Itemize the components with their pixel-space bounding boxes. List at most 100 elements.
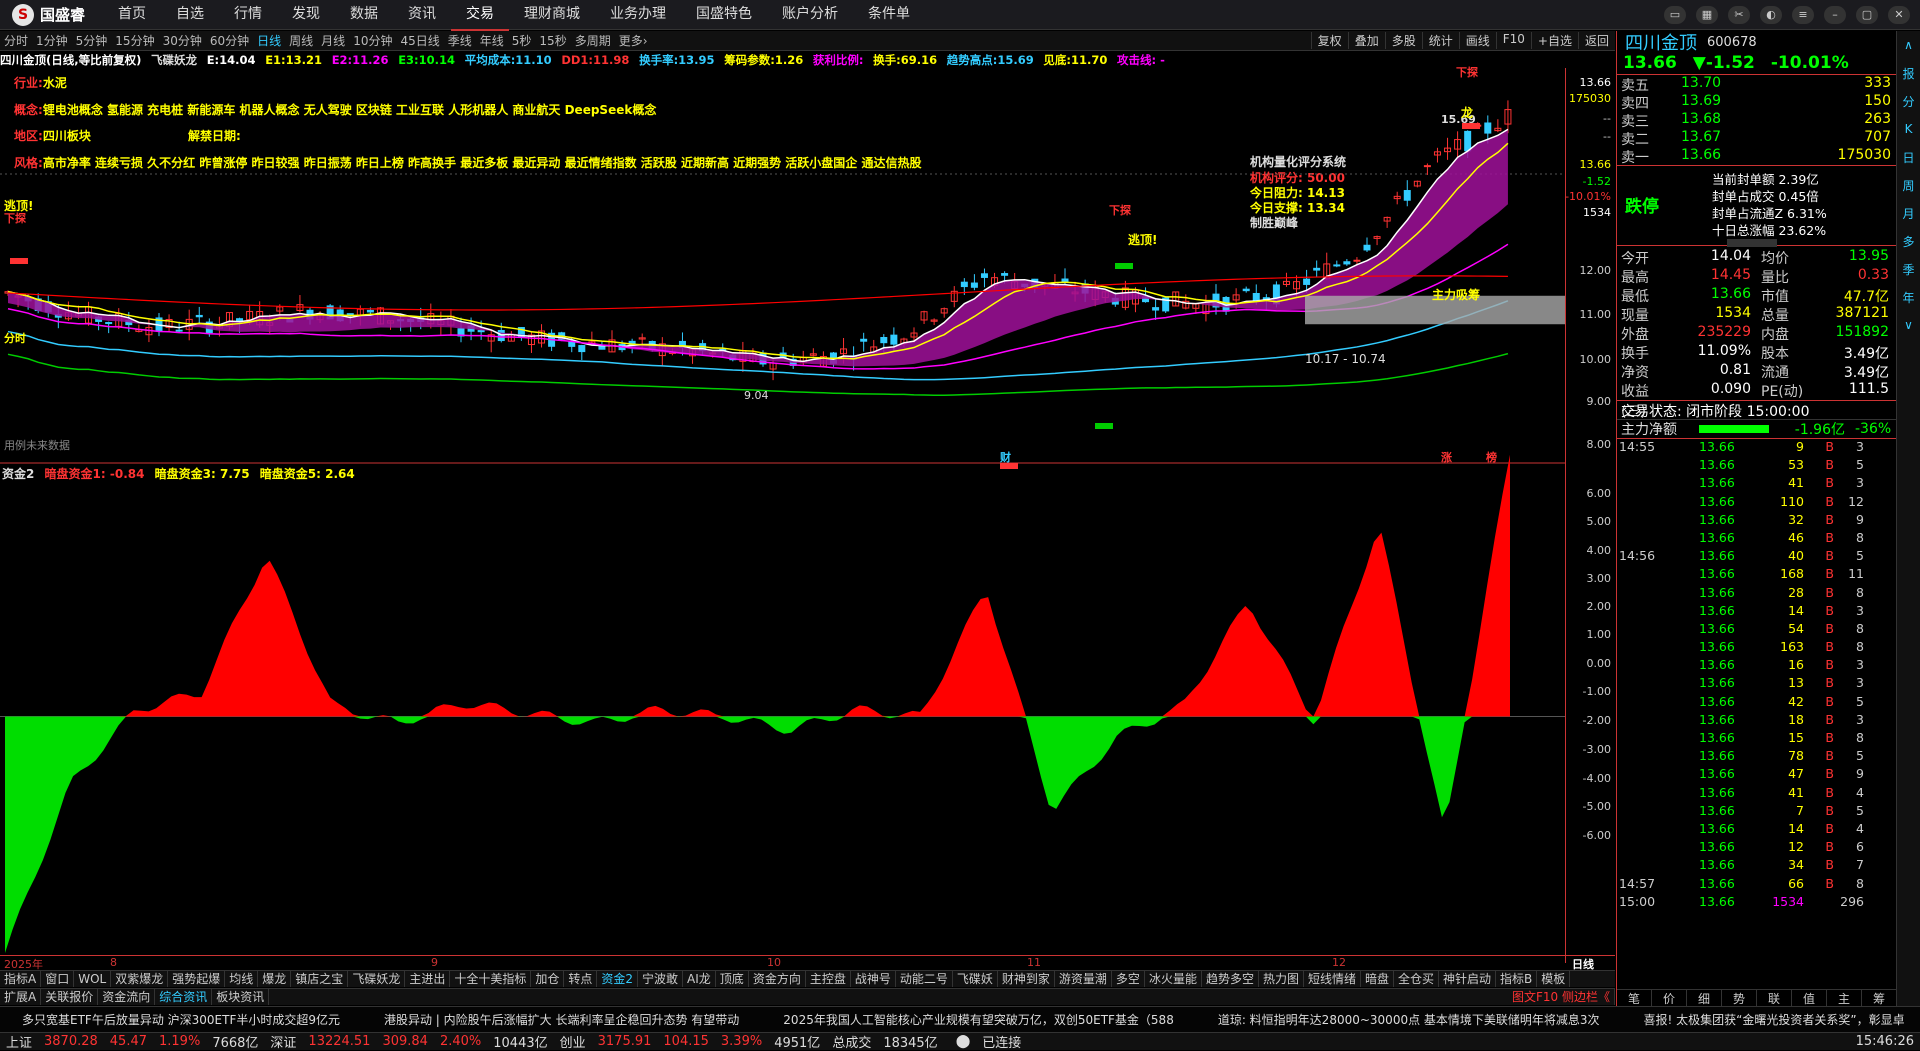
detail-tab[interactable]: 细	[1687, 990, 1722, 1006]
sidebar-item[interactable]: 报	[1897, 59, 1920, 87]
seal-toggle[interactable]	[1727, 239, 1777, 247]
period-item-2[interactable]: 5分钟	[72, 32, 112, 49]
sidebar-item[interactable]: 分	[1897, 87, 1920, 115]
indicator-tab[interactable]: 游资量潮	[1055, 971, 1112, 987]
nav-item-9[interactable]: 国盛特色	[681, 0, 767, 31]
nav-item-0[interactable]: 首页	[103, 0, 161, 31]
indicator-tab[interactable]: 趋势多空	[1202, 971, 1259, 987]
period-item-12[interactable]: 年线	[476, 32, 508, 49]
nav-item-7[interactable]: 理财商城	[509, 0, 595, 31]
indicator-tab[interactable]: 短线情绪	[1304, 971, 1361, 987]
chart-tool-0[interactable]: 复权	[1310, 32, 1348, 49]
period-item-0[interactable]: 分时	[0, 32, 32, 49]
menu-icon[interactable]: ≡	[1792, 5, 1814, 24]
indicator-tab[interactable]: 窗口	[41, 971, 75, 987]
nav-item-4[interactable]: 数据	[335, 0, 393, 31]
sidebar-item[interactable]: 日	[1897, 143, 1920, 171]
indicator-tab[interactable]: 暗盘	[1361, 971, 1395, 987]
indicator-tab[interactable]: 飞碟妖	[953, 971, 998, 987]
indicator-tab[interactable]: 财神到家	[998, 971, 1055, 987]
period-item-3[interactable]: 15分钟	[111, 32, 158, 49]
indicator-tab[interactable]: 多空	[1112, 971, 1145, 987]
detail-tab[interactable]: 主	[1827, 990, 1862, 1006]
news-item[interactable]: 2025年我国人工智能核心产业规模有望突破万亿，双创50ETF基金（588	[761, 1011, 1196, 1028]
indicator-name[interactable]: 飞碟妖龙	[151, 53, 197, 67]
indicator-tab[interactable]: 热力图	[1259, 971, 1304, 987]
indicator-tab[interactable]: 全仓买	[1394, 971, 1440, 987]
indicator-tab[interactable]: 爆龙	[258, 971, 292, 987]
detail-tab[interactable]: 笔	[1617, 990, 1652, 1006]
period-item-7[interactable]: 周线	[285, 32, 317, 49]
period-item-1[interactable]: 1分钟	[32, 32, 72, 49]
indicator-tab[interactable]: 主进出	[405, 971, 451, 987]
period-item-5[interactable]: 60分钟	[206, 32, 253, 49]
period-item-9[interactable]: 10分钟	[349, 32, 396, 49]
period-item-16[interactable]: 更多›	[615, 32, 652, 49]
grid-icon[interactable]: ▦	[1696, 5, 1718, 24]
indicator-tab[interactable]: WOL	[74, 971, 112, 987]
sidebar-item[interactable]: ∧	[1897, 31, 1920, 59]
period-item-6[interactable]: 日线	[253, 32, 285, 49]
indicator-tab[interactable]: 宁波敢	[638, 971, 684, 987]
nav-item-3[interactable]: 发现	[277, 0, 335, 31]
indicator-tab[interactable]: 加仓	[531, 971, 565, 987]
indicator-tab[interactable]: 强势起爆	[168, 971, 226, 987]
nav-item-10[interactable]: 账户分析	[767, 0, 853, 31]
indicator-tab[interactable]: 主控盘	[806, 971, 851, 987]
detail-tab[interactable]: 势	[1722, 990, 1757, 1006]
period-item-11[interactable]: 季线	[444, 32, 476, 49]
indicator-tab[interactable]: 指标B	[1496, 971, 1538, 987]
period-item-4[interactable]: 30分钟	[159, 32, 206, 49]
chart-tool-7[interactable]: 返回	[1577, 32, 1615, 49]
indicator-tab[interactable]: 资金方向	[749, 971, 806, 987]
chart-tool-4[interactable]: 画线	[1458, 32, 1496, 49]
tick-list[interactable]: 14:55 13.66 9 B 3 13.66 53 B 5 13.66 41 B 3 13.66 110 B…	[1617, 439, 1896, 912]
chart-tool-5[interactable]: F10	[1495, 32, 1531, 49]
chart-tool-2[interactable]: 多股	[1384, 32, 1422, 49]
kline-chart[interactable]	[0, 68, 1615, 963]
extension-tab[interactable]: 扩展A	[0, 989, 42, 1005]
indicator-tab[interactable]: 飞碟妖龙	[348, 971, 406, 987]
sidebar-item[interactable]: 年	[1897, 283, 1920, 311]
minimize-icon[interactable]: –	[1824, 5, 1846, 24]
chart-tool-6[interactable]: +自选	[1530, 32, 1578, 49]
news-item[interactable]: 多只宽基ETF午后放量异动 沪深300ETF半小时成交超9亿元	[0, 1011, 362, 1028]
app-logo[interactable]: S 国盛睿	[0, 3, 103, 26]
indicator-tab[interactable]: 十全十美指标	[450, 971, 532, 987]
detail-tab[interactable]: 值	[1792, 990, 1827, 1006]
sidebar-item[interactable]: 多	[1897, 227, 1920, 255]
extension-tab[interactable]: 综合资讯	[155, 989, 213, 1005]
nav-item-1[interactable]: 自选	[161, 0, 219, 31]
maximize-icon[interactable]: ▢	[1856, 5, 1878, 24]
tools-icon[interactable]: ✂	[1728, 5, 1750, 24]
chart-tool-1[interactable]: 叠加	[1347, 32, 1385, 49]
period-item-14[interactable]: 15秒	[535, 32, 570, 49]
sidebar-item[interactable]: 月	[1897, 199, 1920, 227]
indicator-tab[interactable]: AI龙	[683, 971, 716, 987]
nav-item-8[interactable]: 业务办理	[595, 0, 681, 31]
nav-item-5[interactable]: 资讯	[393, 0, 451, 31]
nav-item-6[interactable]: 交易	[451, 0, 510, 31]
indicator-tab[interactable]: 均线	[225, 971, 259, 987]
news-ticker[interactable]: 多只宽基ETF午后放量异动 沪深300ETF半小时成交超9亿元 港股异动 | 内险…	[0, 1006, 1920, 1032]
indicator-tab[interactable]: 资金2	[597, 971, 639, 987]
indicator-tab[interactable]: 镇店之宝	[291, 971, 349, 987]
extension-tab[interactable]: 资金流向	[98, 989, 156, 1005]
detail-tab[interactable]: 价	[1652, 990, 1687, 1006]
sidebar-item[interactable]: ∨	[1897, 311, 1920, 339]
indicator-tab[interactable]: 战神号	[851, 971, 896, 987]
indicator-tab[interactable]: 双紫爆龙	[111, 971, 169, 987]
chart-tool-3[interactable]: 统计	[1421, 32, 1459, 49]
news-item[interactable]: 喜报! 太极集团获“金曙光投资者关系奖”，彰显卓	[1622, 1011, 1920, 1028]
indicator-tab[interactable]: 神针启动	[1439, 971, 1497, 987]
extension-tab[interactable]: 板块资讯	[212, 989, 270, 1005]
indicator-tab[interactable]: 顶底	[716, 971, 749, 987]
period-item-15[interactable]: 多周期	[571, 32, 615, 49]
news-item[interactable]: 港股异动 | 内险股午后涨幅扩大 长端利率呈企稳回升态势 有望带动	[362, 1011, 761, 1028]
skin-icon[interactable]: ◐	[1760, 5, 1782, 24]
extension-tab[interactable]: 关联报价	[41, 989, 99, 1005]
news-item[interactable]: 道琼: 料恒指明年达28000~30000点 基本情境下美联储明年将减息3次	[1196, 1011, 1622, 1028]
message-icon[interactable]: ▭	[1664, 5, 1686, 24]
close-icon[interactable]: ✕	[1888, 5, 1910, 24]
period-item-10[interactable]: 45日线	[396, 32, 443, 49]
